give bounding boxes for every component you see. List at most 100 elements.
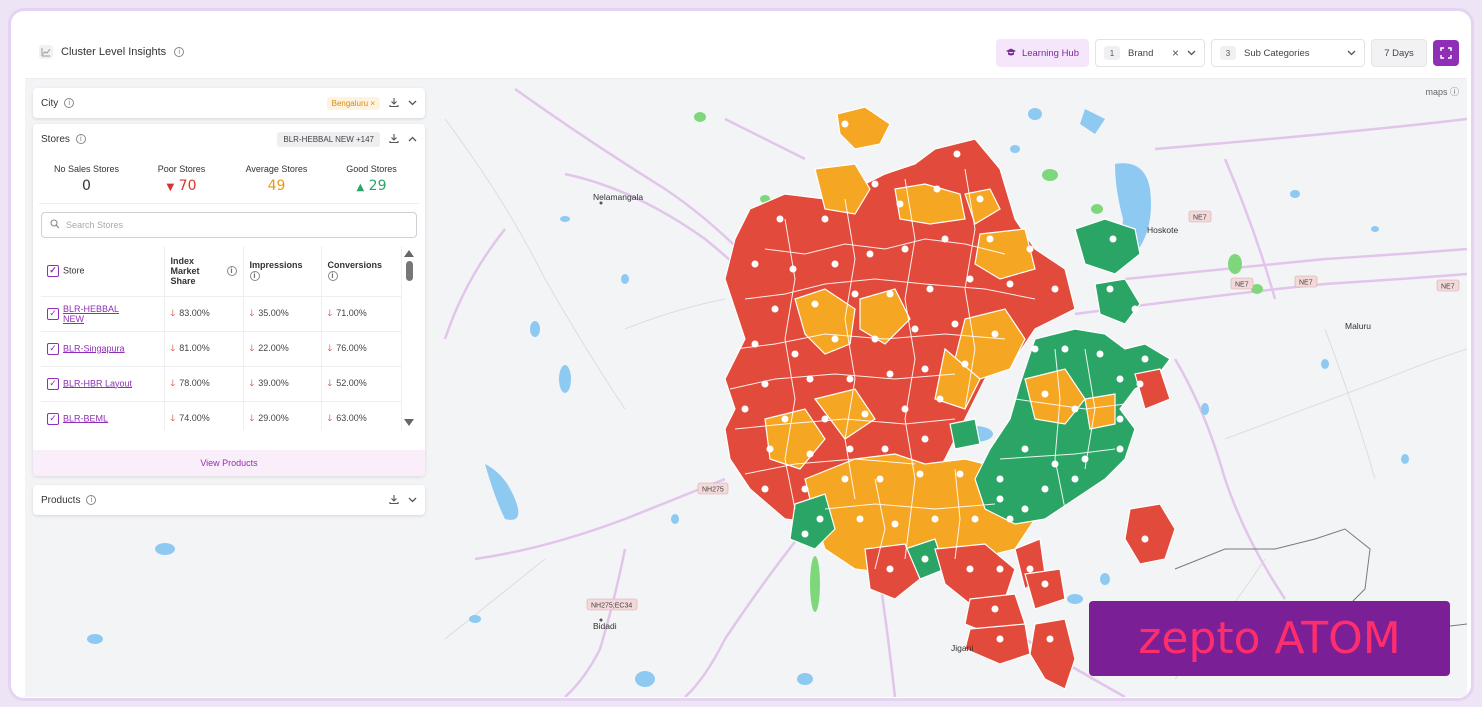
map-provider-logo: maps ⓘ (1425, 87, 1459, 97)
chevron-up-icon[interactable] (408, 134, 417, 145)
stores-table: ✓ Store Index Market Share i Impressions i… (41, 246, 402, 430)
search-input[interactable]: Search Stores (41, 212, 417, 238)
arrow-down-icon: 🡓 (327, 377, 333, 388)
chevron-down-icon[interactable] (408, 98, 417, 109)
download-icon[interactable] (389, 494, 399, 507)
city-card-title: City (41, 97, 59, 109)
info-icon[interactable]: i (86, 495, 97, 505)
arrow-down-icon: 🡓 (170, 342, 176, 353)
chevron-down-icon[interactable] (408, 495, 417, 506)
store-link[interactable]: BLR-Singapura (63, 343, 125, 353)
town-label-jigani: Jigani (951, 643, 973, 653)
stat-good: Good Stores ▲ 29 (346, 163, 397, 194)
arrow-down-icon: 🡓 (327, 412, 333, 423)
row-checkbox[interactable]: ✓ (47, 377, 59, 390)
arrow-down-icon: 🡓 (327, 342, 333, 353)
arrow-down-icon: 🡓 (170, 412, 176, 423)
row-checkbox[interactable]: ✓ (47, 412, 59, 425)
col-store[interactable]: Store (63, 265, 85, 275)
select-all-checkbox[interactable]: ✓ (47, 264, 59, 277)
arrow-down-icon: 🡓 (249, 412, 255, 423)
store-link[interactable]: BLR-HBR Layout (63, 378, 132, 388)
stores-table-wrap: ✓ Store Index Market Share i Impressions i… (41, 246, 417, 430)
store-stats: No Sales Stores 0 Poor Stores ▼ 70 Avera… (39, 154, 419, 204)
table-row[interactable]: ✓ BLR-HBR Layout 🡓 78.00% 🡓 39.00% 🡓 52.00% (41, 366, 402, 402)
scrollbar-thumb[interactable] (405, 261, 413, 281)
road-label-ne7: NE7 (1235, 282, 1249, 289)
info-icon[interactable]: i (174, 47, 185, 57)
info-icon[interactable]: i (64, 98, 75, 108)
stores-card-header[interactable]: Stores i BLR-HEBBAL NEW +147 (33, 124, 425, 154)
date-range-button[interactable]: 7 Days (1371, 39, 1427, 67)
search-placeholder: Search Stores (66, 220, 124, 230)
zepto-atom-logo: zepto ATOM (1089, 601, 1450, 676)
info-icon[interactable]: i (226, 265, 237, 276)
chevron-down-icon (1347, 48, 1356, 59)
scroll-up-icon[interactable] (404, 250, 414, 257)
city-chip[interactable]: Bengaluru × (326, 96, 380, 110)
view-products-button[interactable]: View Products (33, 450, 425, 476)
products-card-header[interactable]: Products i (33, 485, 425, 515)
table-row[interactable]: ✓ BLR-BEML 🡓 74.00% 🡓 29.00% 🡓 63.00% (41, 401, 402, 430)
table-header-row: ✓ Store Index Market Share i Impressions i… (41, 246, 402, 297)
table-row[interactable]: ✓ BLR-HEBBAL NEW 🡓 83.00% 🡓 35.00% 🡓 71.00% (41, 296, 402, 332)
arrow-down-icon: 🡓 (249, 377, 255, 388)
search-icon (50, 219, 60, 231)
graduation-cap-icon (1005, 47, 1016, 60)
arrow-down-icon: 🡓 (327, 307, 333, 318)
town-label-maluru: Maluru (1345, 321, 1371, 331)
page-title-group: Cluster Level Insights i (39, 45, 185, 59)
row-checkbox[interactable]: ✓ (47, 342, 59, 355)
road-label-ne7: NE7 (1193, 215, 1207, 222)
info-icon[interactable]: i (75, 134, 86, 144)
city-card-header[interactable]: City i Bengaluru × (33, 88, 425, 118)
learning-hub-button[interactable]: Learning Hub (995, 39, 1089, 67)
store-link[interactable]: BLR-BEML (63, 413, 108, 423)
table-row[interactable]: ✓ BLR-Singapura 🡓 81.00% 🡓 22.00% 🡓 76.00% (41, 331, 402, 367)
city-card: City i Bengaluru × (33, 88, 425, 118)
expand-icon[interactable] (1433, 40, 1459, 66)
chart-icon (39, 45, 53, 59)
col-index-market-share[interactable]: Index Market Share (171, 256, 223, 286)
top-bar: Cluster Level Insights i Learning Hub 1 … (25, 27, 1467, 79)
road-label-nh275-ec34: NH275;EC34 (591, 603, 632, 610)
info-icon[interactable]: i (249, 271, 260, 282)
arrow-down-icon: 🡓 (170, 307, 176, 318)
app-window: Cluster Level Insights i Learning Hub 1 … (25, 27, 1467, 697)
col-impressions[interactable]: Impressions (250, 260, 303, 270)
close-icon[interactable]: × (370, 99, 375, 108)
arrow-down-icon: 🡓 (249, 307, 255, 318)
arrow-down-icon: 🡓 (170, 377, 176, 388)
store-link[interactable]: BLR-HEBBAL NEW (63, 304, 133, 324)
town-label-bidadi: Bidadi (593, 621, 617, 631)
scroll-down-icon[interactable] (404, 419, 414, 426)
road-label-ne7: NE7 (1441, 284, 1455, 291)
info-icon[interactable]: i (327, 271, 338, 282)
app-frame: Cluster Level Insights i Learning Hub 1 … (8, 8, 1474, 701)
download-icon[interactable] (389, 133, 399, 146)
stores-card-title: Stores (41, 133, 70, 145)
stores-card: Stores i BLR-HEBBAL NEW +147 No Sales St… (33, 124, 425, 476)
learning-hub-label: Learning Hub (1021, 47, 1079, 59)
row-checkbox[interactable]: ✓ (47, 307, 59, 320)
brand-count-badge: 1 (1104, 46, 1120, 60)
subcat-select-label: Sub Categories (1244, 47, 1310, 59)
page-title: Cluster Level Insights (61, 46, 167, 58)
scrollbar[interactable] (403, 250, 415, 426)
stores-chip[interactable]: BLR-HEBBAL NEW +147 (277, 131, 380, 147)
products-card-title: Products (41, 494, 81, 506)
arrow-up-icon: ▲ (356, 181, 365, 193)
brand-select-label: Brand (1128, 47, 1154, 59)
town-label-hoskote: Hoskote (1147, 225, 1178, 235)
brand-select[interactable]: 1 Brand × (1095, 39, 1205, 67)
road-label-ne7: NE7 (1299, 280, 1313, 287)
subcat-count-badge: 3 (1220, 46, 1236, 60)
sub-categories-select[interactable]: 3 Sub Categories (1211, 39, 1365, 67)
col-conversions[interactable]: Conversions (328, 260, 383, 270)
clear-icon[interactable]: × (1172, 46, 1179, 60)
arrow-down-icon: 🡓 (249, 342, 255, 353)
stat-average: Average Stores 49 (245, 163, 308, 194)
download-icon[interactable] (389, 97, 399, 110)
top-bar-controls: Learning Hub 1 Brand × 3 Sub Categories … (995, 39, 1459, 67)
chevron-down-icon (1187, 48, 1196, 59)
